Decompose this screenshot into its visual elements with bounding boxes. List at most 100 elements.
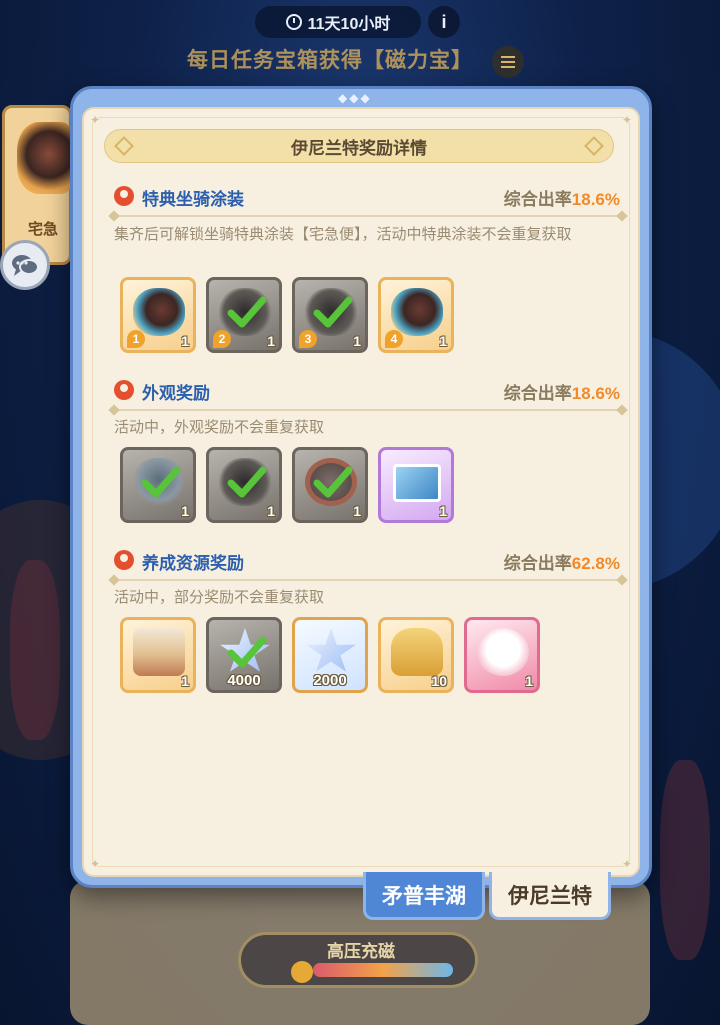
mount-thumbnail [17,122,71,194]
modal-title: 伊尼兰特奖励详情 [291,138,427,158]
corner-ornament-icon: ✦ [90,857,101,871]
item-index-badge: 1 [127,330,145,348]
section-bullet-icon [114,380,134,400]
mount-skin-icon [133,288,185,336]
item-count: 10 [431,673,447,689]
chat-icon [12,255,39,276]
tab-maopu-fenghu[interactable]: 矛普丰湖 [363,872,485,920]
diamond-icon [114,136,134,156]
item-count: 2000 [313,672,347,689]
item-count: 1 [181,673,189,689]
tab-yinilante[interactable]: 伊尼兰特 [489,872,611,920]
item-count: 1 [353,333,361,349]
chat-button[interactable] [0,240,50,290]
drop-rate: 综合出率18.6% [504,185,620,210]
section-bullet-icon [114,550,134,570]
clock-icon [285,14,302,30]
check-icon [313,296,353,328]
coral-decoration [660,760,710,960]
reward-item[interactable]: 1 [464,617,540,693]
check-icon [227,636,267,668]
reward-item[interactable]: 1 [292,447,368,523]
section-divider [114,579,622,581]
reward-item[interactable]: 1 1 [120,277,196,353]
ornament-icon: ◆◆◆ [338,91,372,105]
treasure-chest-icon [133,628,185,676]
event-timer: 11天10小时 [255,6,421,38]
check-icon [227,466,267,498]
reward-item[interactable]: 3 1 [292,277,368,353]
item-row: 1 4000 2000 10 1 [120,617,540,693]
rate-label: 综合出率 [503,554,572,573]
reward-item[interactable]: 2000 [292,617,368,693]
timer-text: 11天10小时 [307,16,391,33]
check-icon [141,466,181,498]
section-header-skin: 特典坐骑涂装 综合出率18.6% [112,183,624,211]
high-pressure-charge-button[interactable]: 高压充磁 [238,932,478,988]
bottom-button-label: 高压充磁 [327,942,395,961]
rate-label: 综合出率 [503,190,572,209]
reward-item[interactable]: 4000 [206,617,282,693]
check-icon [227,296,267,328]
item-row: 1 1 1 1 [120,447,454,523]
modal-title-banner: 伊尼兰特奖励详情 [104,129,614,163]
drop-rate: 综合出率62.8% [504,549,620,574]
item-count: 1 [181,333,189,349]
reward-item[interactable]: 1 [378,447,454,523]
harp-icon [391,628,443,676]
corner-ornament-icon: ✦ [90,113,101,127]
reward-details-modal: ◆◆◆ ✦ ✦ ✦ ✦ 伊尼兰特奖励详情 特典坐骑涂装 综合出率18.6% 集齐… [70,86,652,888]
reward-item[interactable]: 10 [378,617,454,693]
rate-label: 综合出率 [503,384,572,403]
check-icon [313,466,353,498]
item-count: 4000 [227,672,261,689]
section-description: 集齐后可解锁坐骑特典涂装【宅急便】，活动中特典涂装不会重复获取 [114,226,572,243]
item-count: 1 [181,503,189,519]
section-title: 特典坐骑涂装 [142,190,244,209]
background-title: 每日任务宝箱获得【磁力宝】 [187,49,473,72]
section-header-appearance: 外观奖励 综合出率18.6% [112,377,624,405]
reward-item[interactable]: 1 [206,447,282,523]
section-title: 养成资源奖励 [142,554,244,573]
info-icon: i [441,11,447,32]
reward-item[interactable]: 2 1 [206,277,282,353]
charge-bar [313,963,453,977]
section-divider [114,409,622,411]
rate-value: 62.8% [571,554,620,573]
diamond-icon [584,136,604,156]
item-count: 1 [439,333,447,349]
photo-card-icon [393,464,441,502]
cat-avatar-icon [477,628,529,676]
corner-ornament-icon: ✦ [621,857,632,871]
rate-value: 18.6% [571,190,620,209]
item-index-badge: 2 [213,330,231,348]
tab-label: 伊尼兰特 [508,884,592,908]
corner-ornament-icon: ✦ [621,113,632,127]
side-card-label: 宅急 [28,221,59,238]
section-bullet-icon [114,186,134,206]
energy-icon [291,961,313,983]
reward-item[interactable]: 4 1 [378,277,454,353]
item-index-badge: 3 [299,330,317,348]
modal-content: ✦ ✦ ✦ ✦ 伊尼兰特奖励详情 特典坐骑涂装 综合出率18.6% 集齐后可解锁… [82,107,640,877]
reward-item[interactable]: 1 [120,447,196,523]
coral-decoration [10,560,60,740]
rate-value: 18.6% [571,384,620,403]
list-menu-icon[interactable] [492,46,524,78]
item-count: 1 [525,673,533,689]
section-title: 外观奖励 [142,384,210,403]
section-description: 活动中，外观奖励不会重复获取 [114,419,325,436]
item-count: 1 [267,503,275,519]
item-index-badge: 4 [385,330,403,348]
section-description: 活动中，部分奖励不会重复获取 [114,589,325,606]
item-count: 1 [353,503,361,519]
info-button[interactable]: i [428,6,460,38]
item-row: 1 1 2 1 3 1 4 1 [120,277,454,353]
drop-rate: 综合出率18.6% [504,379,620,404]
side-reward-card[interactable] [2,105,72,265]
section-divider [114,215,622,217]
reward-item[interactable]: 1 [120,617,196,693]
section-header-resources: 养成资源奖励 综合出率62.8% [112,547,624,575]
mount-skin-icon [391,288,443,336]
crystal-star-icon [306,628,356,672]
